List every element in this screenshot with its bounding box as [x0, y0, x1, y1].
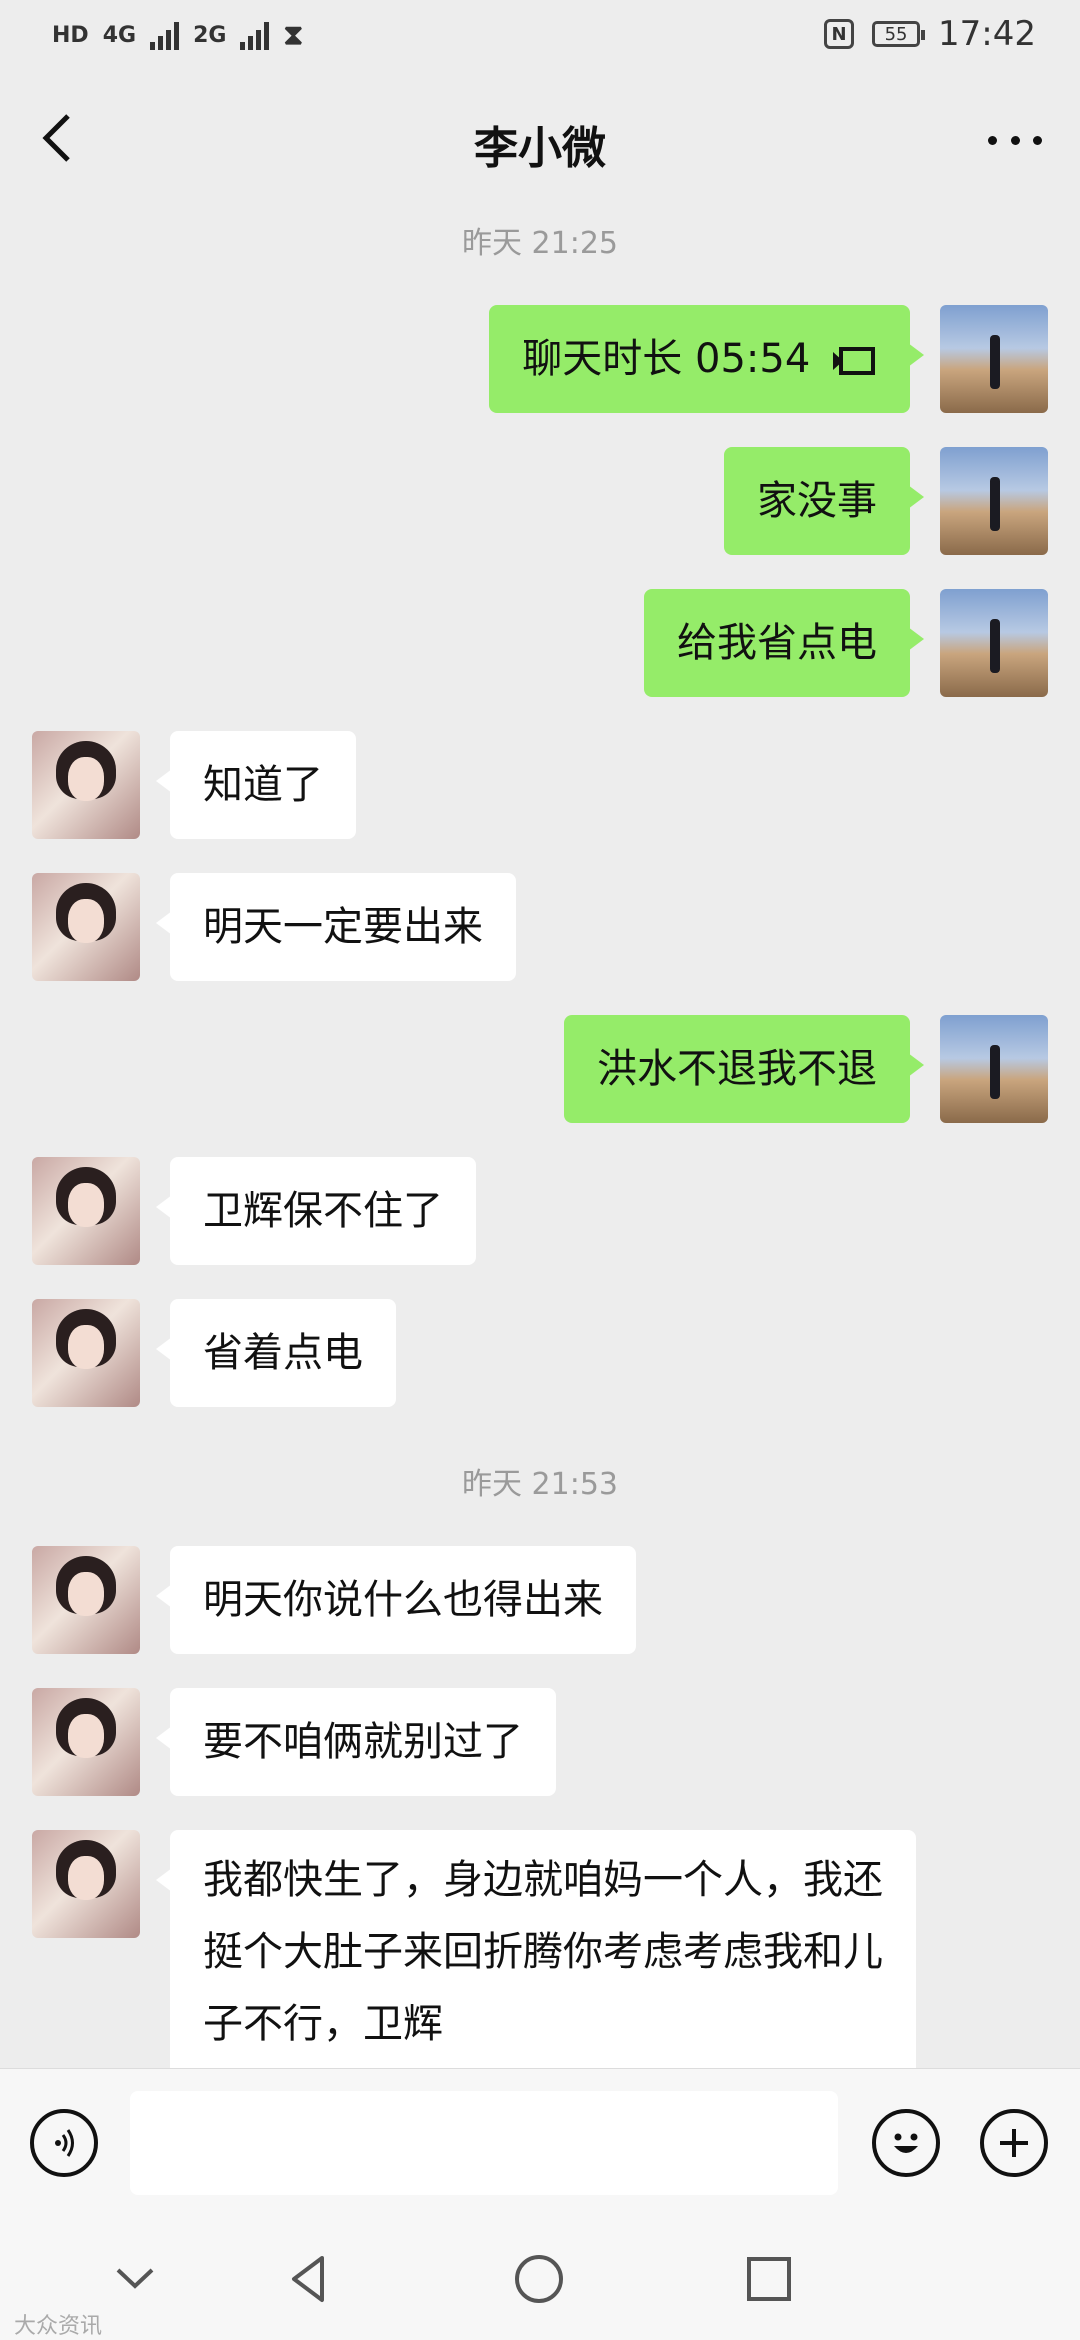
emoji-icon [894, 2133, 918, 2153]
hide-keyboard-button[interactable] [102, 2246, 168, 2312]
nav-recents-button[interactable] [736, 2246, 802, 2312]
home-circle-icon [515, 2255, 563, 2303]
more-button[interactable] [980, 115, 1050, 165]
2g-label: 2G [193, 22, 227, 48]
message-bubble[interactable]: 家没事 [724, 447, 924, 555]
chat-header: 李小微 [0, 90, 1080, 190]
video-call-icon [833, 347, 875, 375]
timestamp: 昨天 21:53 [462, 1467, 618, 1502]
contact-avatar[interactable] [32, 873, 140, 981]
back-triangle-icon [292, 2256, 324, 2302]
signal-icon [150, 20, 180, 50]
message-bubble[interactable]: 明天一定要出来 [156, 873, 516, 981]
voice-icon [55, 2129, 74, 2157]
nav-home-button[interactable] [506, 2246, 572, 2312]
nav-back-button[interactable] [276, 2246, 342, 2312]
message-bubble[interactable]: 我都快生了，身边就咱妈一个人，我还挺个大肚子来回折腾你考虑考虑我和儿子不行，卫辉 [156, 1830, 916, 2076]
message-text: 聊天时长 05:54 [522, 336, 811, 382]
watermark: 大众资讯 [14, 2314, 103, 2339]
message-bubble[interactable]: 给我省点电 [644, 589, 924, 697]
battery-icon: 55 [872, 21, 926, 47]
plus-icon [1000, 2129, 1028, 2157]
timestamp: 昨天 21:25 [462, 226, 618, 261]
status-bar: HD 4G 2G ⧗ N 55 17:42 [0, 0, 1080, 72]
my-avatar[interactable] [940, 589, 1048, 697]
message-bubble[interactable]: 知道了 [156, 731, 356, 839]
my-avatar[interactable] [940, 305, 1048, 413]
contact-avatar[interactable] [32, 1688, 140, 1796]
message-bubble[interactable]: 洪水不退我不退 [564, 1015, 924, 1123]
call-duration-bubble[interactable]: 聊天时长 05:54 [489, 305, 924, 413]
system-nav-bar [0, 2218, 1080, 2340]
chevron-down-icon [116, 2268, 154, 2289]
nfc-icon: N [824, 19, 855, 49]
clock: 17:42 [938, 14, 1036, 54]
more-icon [988, 135, 997, 145]
signal-icon-2 [240, 20, 270, 50]
recents-square-icon [747, 2257, 791, 2301]
message-bubble[interactable]: 要不咱俩就别过了 [156, 1688, 556, 1796]
contact-avatar[interactable] [32, 731, 140, 839]
contact-avatar[interactable] [32, 1546, 140, 1654]
contact-avatar[interactable] [32, 1299, 140, 1407]
4g-label: 4G [102, 22, 137, 48]
voice-button[interactable] [30, 2109, 98, 2177]
hourglass-icon: ⧗ [283, 18, 304, 51]
plus-button[interactable] [980, 2109, 1048, 2177]
contact-avatar[interactable] [32, 1830, 140, 1938]
message-bubble[interactable]: 省着点电 [156, 1299, 396, 1407]
status-left: HD 4G 2G ⧗ [52, 18, 303, 52]
emoji-button[interactable] [872, 2109, 940, 2177]
contact-avatar[interactable] [32, 1157, 140, 1265]
hd-label: HD [52, 22, 89, 48]
input-bar [0, 2068, 1080, 2219]
my-avatar[interactable] [940, 447, 1048, 555]
message-bubble[interactable]: 卫辉保不住了 [156, 1157, 476, 1265]
chat-title: 李小微 [474, 123, 606, 174]
my-avatar[interactable] [940, 1015, 1048, 1123]
message-bubble[interactable]: 明天你说什么也得出来 [156, 1546, 636, 1654]
message-input[interactable] [130, 2091, 838, 2195]
status-right: N 55 17:42 [824, 14, 1036, 54]
